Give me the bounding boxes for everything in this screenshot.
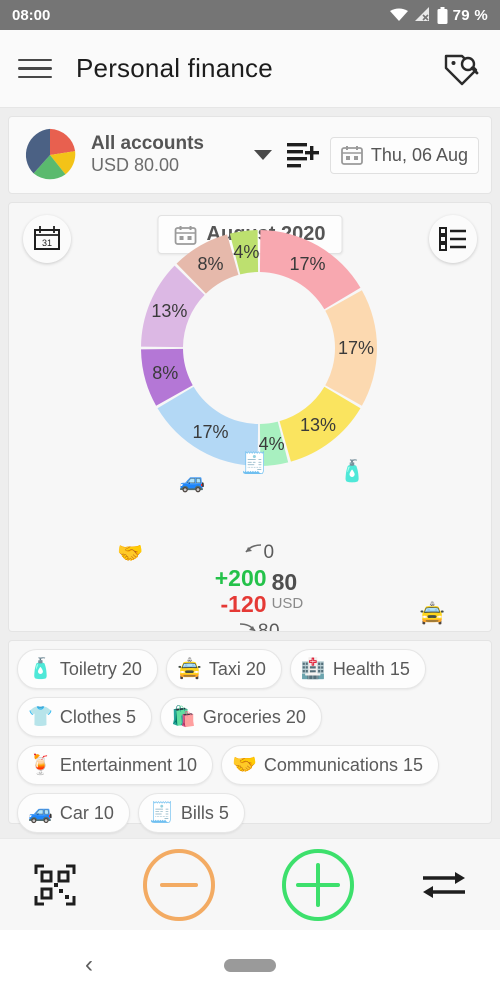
donut-slice-label: 8% [197,254,223,274]
legend-chip[interactable]: 🚙 Car 10 [17,793,130,833]
account-selector-bar[interactable]: All accounts USD 80.00 Thu, 06 Aug [8,116,492,194]
arrow-out-icon [239,622,256,631]
donut-slice-label: 8% [152,363,178,383]
expense-value: -120 [220,590,267,617]
communications-icon: 🤝 [117,542,144,565]
toiletry-icon: 🧴 [339,460,366,483]
selected-date: Thu, 06 Aug [370,144,468,165]
account-info: All accounts USD 80.00 [91,133,250,176]
legend-chip[interactable]: 🏥 Health 15 [289,649,426,689]
legend-chip-label: Bills 5 [180,802,229,823]
android-nav-bar: ‹ [0,930,500,1000]
donut-center-summary: 0 +200 -120 80 USD 80 [184,543,334,632]
legend-chip-label: Clothes 5 [59,706,136,727]
taxi-icon: 🚖 [419,602,446,625]
wifi-icon [389,8,408,21]
account-name: All accounts [91,133,204,155]
legend-chip[interactable]: 🧾 Bills 5 [137,793,245,833]
taxi-icon: 🚖 [176,658,202,680]
carry-in-value: 0 [263,542,275,563]
car-icon: 🚙 [179,470,206,493]
hamburger-menu-icon[interactable] [18,58,52,79]
donut-slice-label: 17% [192,422,228,442]
donut-slice-label: 17% [289,254,325,274]
add-income-button[interactable] [281,848,354,921]
arrow-in-icon [245,544,262,553]
tag-search-icon[interactable] [442,50,482,88]
legend-chip-label: Health 15 [332,658,410,679]
legend-chip-label: Car 10 [59,802,114,823]
add-expense-button[interactable] [142,848,215,921]
carry-in-row: 0 [184,543,334,562]
communications-icon: 🤝 [232,754,257,776]
legend-chip[interactable]: 🤝 Communications 15 [221,745,439,785]
minus-circle-icon [159,882,198,887]
status-bar: 08:00 79 % [0,0,500,30]
battery-icon [437,6,448,24]
app-bar: Personal finance [0,30,500,108]
qr-code-icon[interactable] [34,864,76,906]
transfer-arrows-icon[interactable] [421,868,467,902]
pie-chart-avatar-icon [25,128,76,180]
donut-svg: 17%17%13%4%17%8%13%8%4% [141,230,377,466]
legend-chip[interactable]: 🍹 Entertainment 10 [17,745,213,785]
currency-label: USD [271,595,304,613]
total-value: 80 [271,569,298,596]
date-picker-chip[interactable]: Thu, 06 Aug [329,136,479,174]
toiletry-icon: 🧴 [28,658,53,680]
back-chevron-icon[interactable]: ‹ [85,951,93,979]
category-legend: 🧴 Toiletry 20 🚖 Taxi 20 🏥 Health 15 👕 Clothes 5… [8,640,492,833]
groceries-icon: 🛍️ [170,706,196,728]
income-value: +200 [214,565,267,591]
legend-chip-label: Taxi 20 [208,658,266,679]
legend-chip[interactable]: 🚖 Taxi 20 [165,649,282,689]
calendar-icon [341,146,363,165]
carry-out-row: 80 [184,618,334,632]
legend-chip[interactable]: 👕 Clothes 5 [17,697,152,737]
chevron-down-icon[interactable] [253,150,272,160]
donut-slice-label: 4% [233,242,259,262]
legend-chip-label: Toiletry 20 [59,658,142,679]
chart-card: 31 August 2020 17%17%13%4%17%8%13%8%4% [8,202,492,632]
income-expense-total: +200 -120 80 USD [184,565,334,618]
status-time: 08:00 [12,6,51,24]
plus-circle-icon [295,862,340,907]
cellular-signal-off-icon [414,7,429,21]
entertainment-icon: 🍹 [28,754,53,776]
donut-slice-label: 13% [300,415,336,435]
home-pill-handle[interactable] [224,958,276,972]
legend-chip[interactable]: 🛍️ Groceries 20 [159,697,322,737]
legend-chip-label: Groceries 20 [202,706,306,727]
clothes-icon: 👕 [28,706,53,728]
legend-chip-label: Communications 15 [263,754,423,775]
battery-percent: 79 % [452,6,488,24]
health-icon: 🏥 [300,658,326,680]
donut-slice-label: 13% [151,301,187,321]
bills-icon: 🧾 [148,802,174,824]
status-indicators: 79 % [389,6,488,24]
car-icon: 🚙 [28,802,53,824]
page-title: Personal finance [76,53,273,83]
donut-slice-label: 17% [338,338,374,358]
legend-chip[interactable]: 🧴 Toiletry 20 [17,649,158,689]
list-add-icon[interactable] [286,141,320,169]
bottom-action-bar [0,838,500,930]
legend-chip-label: Entertainment 10 [59,754,197,775]
carry-out-value: 80 [257,620,281,632]
bills-icon: 🧾 [241,452,268,475]
account-balance: USD 80.00 [91,155,180,176]
